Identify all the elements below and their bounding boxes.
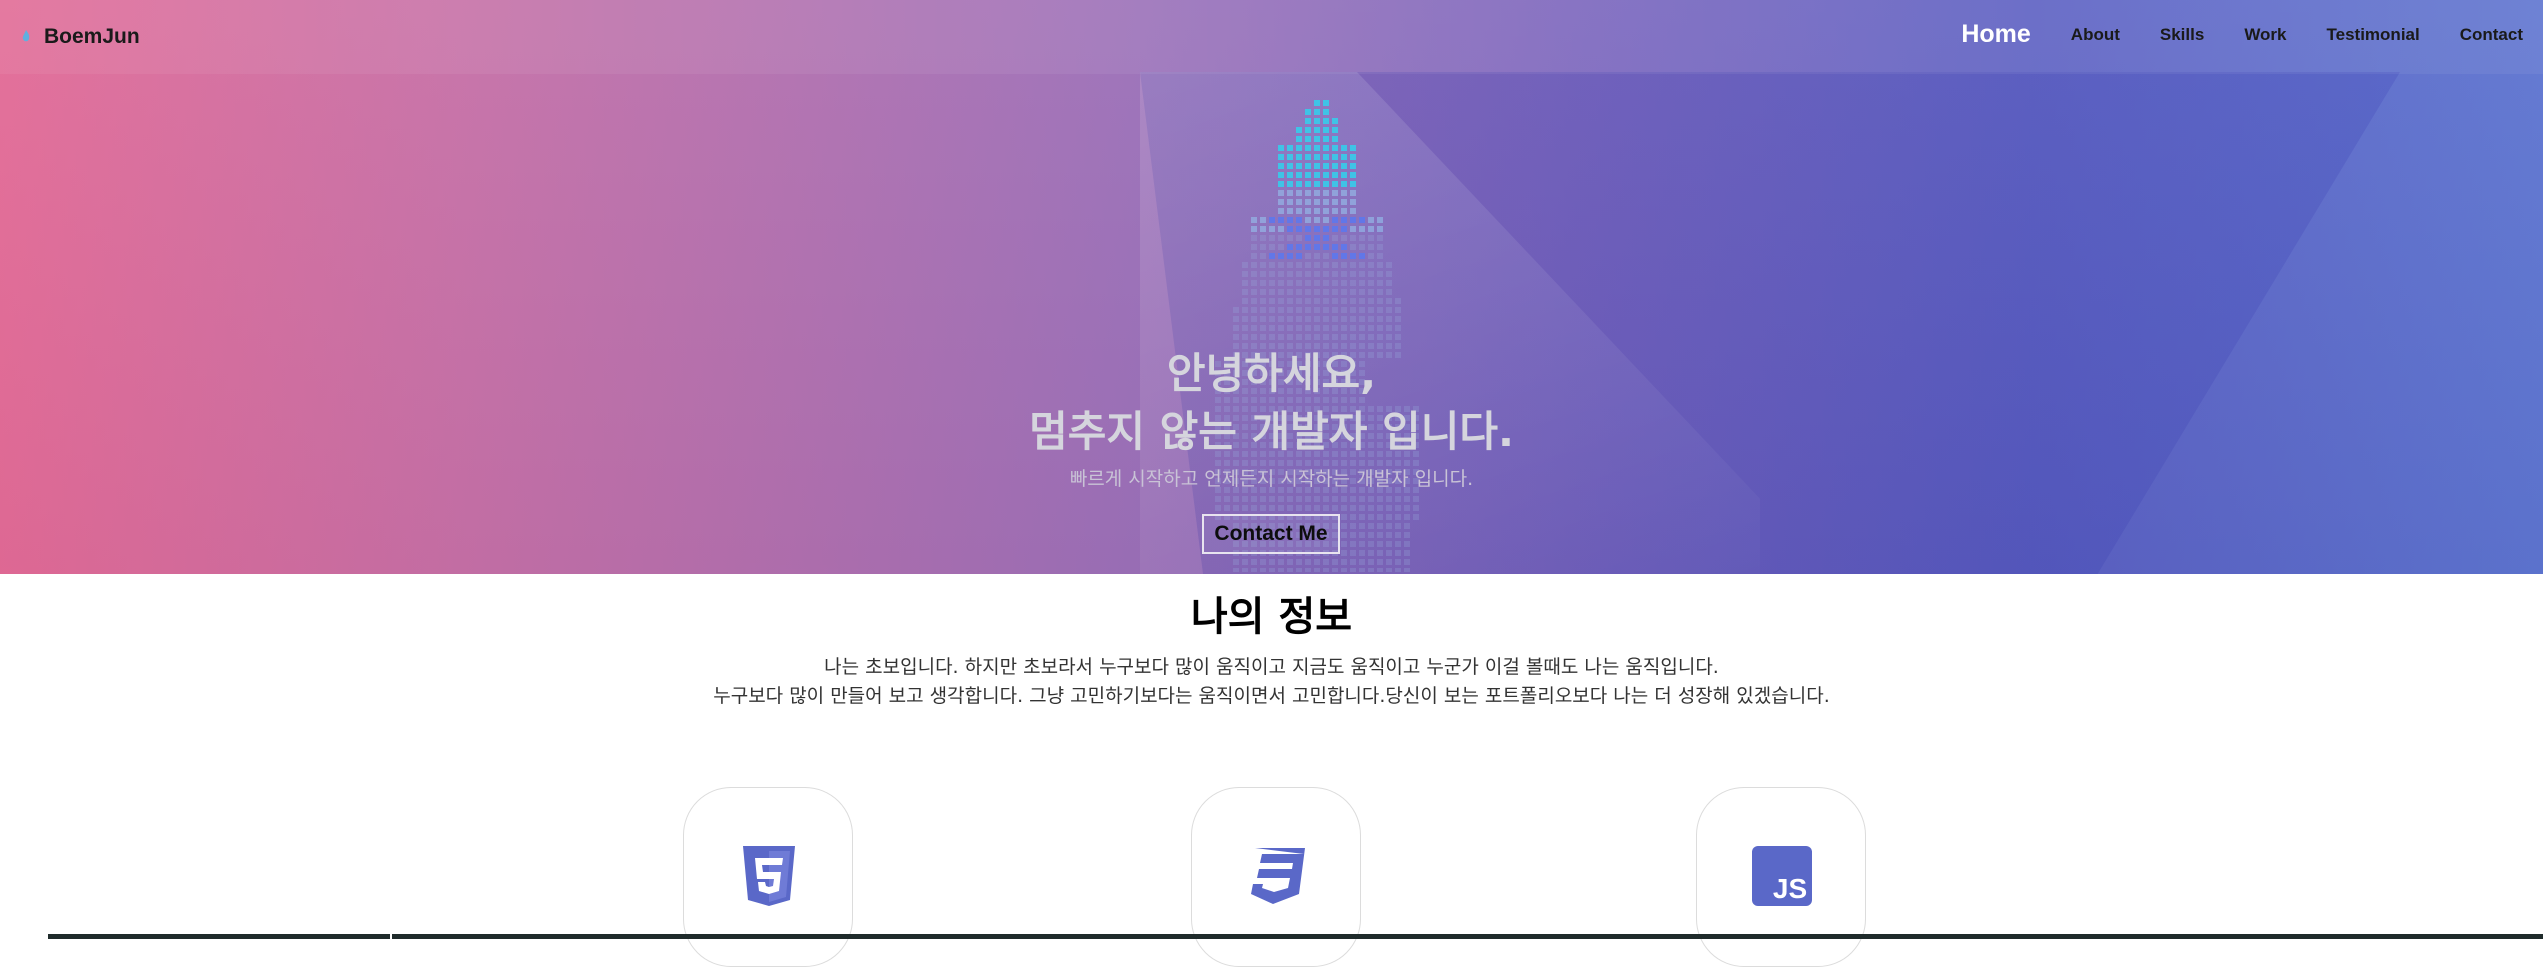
html5-icon	[743, 846, 795, 906]
about-description-line1: 나는 초보입니다. 하지만 초보라서 누구보다 많이 움직이고 지금도 움직이고…	[824, 656, 1719, 678]
nav-contact[interactable]: Contact	[2460, 25, 2523, 45]
logo[interactable]: BoemJun	[18, 22, 140, 52]
nav-testimonial[interactable]: Testimonial	[2327, 25, 2420, 45]
hero-title-line2: 멈추지 않는 개발자 입니다.	[1029, 407, 1514, 456]
hero-section: 안녕하세요, 멈추지 않는 개발자 입니다. 빠르게 시작하고 언제든지 시작하…	[0, 0, 2543, 574]
pixel-skull-flame-icon	[1215, 100, 1419, 572]
contact-me-button[interactable]: Contact Me	[1202, 514, 1340, 554]
skill-card-css	[1191, 787, 1361, 967]
css3-icon	[1251, 848, 1305, 904]
about-description-line2: 누구보다 많이 만들어 보고 생각합니다. 그냥 고민하기보다는 움직이면서 고…	[713, 685, 1830, 707]
hero-title-line1: 안녕하세요,	[1166, 349, 1377, 398]
nav-skills[interactable]: Skills	[2160, 25, 2204, 45]
about-title: 나의 정보	[1190, 594, 1353, 640]
nav-work[interactable]: Work	[2244, 25, 2286, 45]
bottom-scroll-strip	[0, 934, 2543, 939]
nav-about[interactable]: About	[2071, 25, 2120, 45]
flame-icon	[22, 30, 30, 42]
logo-text: BoemJun	[44, 25, 140, 48]
navbar: BoemJun Home About Skills Work Testimoni…	[0, 0, 2543, 74]
hero-subtitle: 빠르게 시작하고 언제든지 시작하는 개발자 입니다.	[1069, 468, 1474, 490]
skill-card-js: JS	[1696, 787, 1866, 967]
nav-menu: Home About Skills Work Testimonial Conta…	[1961, 20, 2523, 49]
js-icon: JS	[1752, 846, 1812, 906]
nav-home[interactable]: Home	[1961, 20, 2030, 49]
js-icon-label: JS	[1773, 873, 1807, 904]
skill-card-html	[683, 787, 853, 967]
